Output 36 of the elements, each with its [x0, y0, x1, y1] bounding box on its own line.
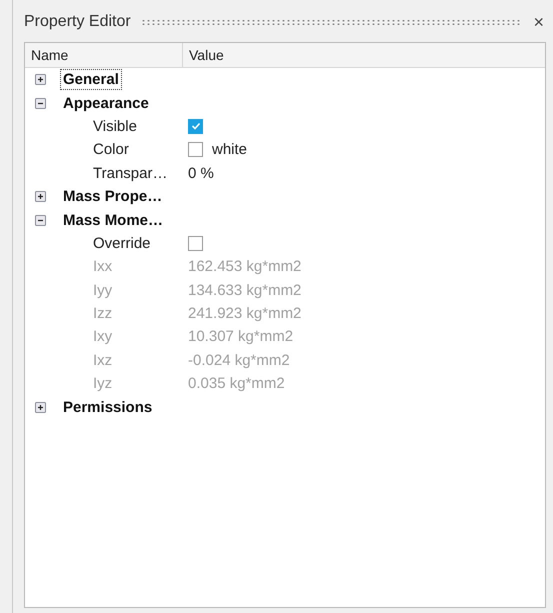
property-name: Izz — [92, 305, 112, 322]
property-name: Iyy — [92, 282, 112, 299]
checkbox[interactable] — [188, 236, 203, 251]
expand-icon[interactable] — [35, 191, 46, 202]
check-icon — [190, 122, 200, 130]
collapse-icon[interactable] — [35, 98, 46, 109]
property-name: Color — [92, 141, 129, 158]
property-name: Iyz — [92, 375, 112, 392]
property-value: white — [212, 141, 248, 158]
property-name: Visible — [92, 118, 137, 135]
property-value: 10.307 kg*mm2 — [188, 328, 294, 346]
property-name: Ixx — [92, 258, 112, 276]
property-value: -0.024 kg*mm2 — [188, 352, 290, 369]
property-name: Ixz — [92, 352, 112, 369]
collapse-icon[interactable] — [35, 214, 46, 226]
property-value: 162.453 kg*mm2 — [188, 258, 302, 276]
property-value: 0 % — [188, 164, 214, 182]
expand-icon[interactable] — [35, 74, 46, 86]
column-header[interactable]: Value — [183, 43, 545, 67]
expand-icon[interactable] — [35, 402, 46, 413]
property-value: 241.923 kg*mm2 — [188, 305, 302, 322]
panel-title: Property Editor — [24, 13, 131, 31]
property-name: Transpar… — [92, 164, 168, 182]
column-header[interactable]: Name — [25, 43, 183, 67]
close-button[interactable]: × — [531, 13, 546, 31]
property-value: 134.633 kg*mm2 — [188, 282, 302, 299]
property-name: Override — [92, 234, 151, 252]
group-label[interactable]: Mass Prope… — [60, 186, 166, 208]
property-value: 0.035 kg*mm2 — [188, 375, 285, 392]
group-label[interactable]: Appearance — [60, 92, 152, 114]
property-name: Ixy — [92, 328, 112, 346]
group-label[interactable]: Permissions — [60, 396, 156, 418]
group-label[interactable]: Mass Mome… — [60, 210, 166, 231]
group-label[interactable]: General — [60, 69, 122, 90]
color-swatch[interactable] — [188, 142, 203, 158]
checkbox[interactable] — [188, 118, 203, 134]
